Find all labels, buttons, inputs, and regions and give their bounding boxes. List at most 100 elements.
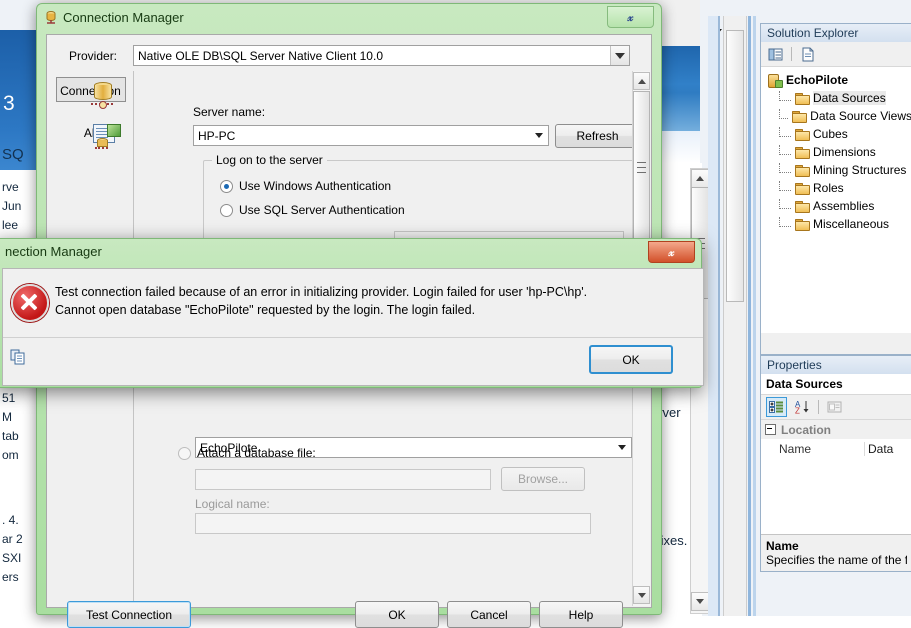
chevron-down-icon[interactable] [530,126,548,145]
tree-connector [779,127,791,137]
help-label: Help [568,607,594,622]
scrollbar-thumb[interactable] [633,91,650,243]
bg-fragment: SQ [2,146,24,163]
radio-indicator[interactable] [220,179,233,193]
tree-connector [779,181,791,191]
error-icon [11,284,49,322]
logon-group-title: Log on to the server [212,153,327,167]
error-ok-button[interactable]: OK [589,345,673,374]
copy-to-clipboard-icon[interactable] [10,349,26,365]
bg-fragment: M [2,410,12,424]
folder-icon [795,218,810,231]
categorized-view-icon[interactable] [766,397,787,417]
property-category-label: Location [781,422,831,437]
radio-windows-auth[interactable]: Use Windows Authentication [220,179,391,193]
tree-node-cubes[interactable]: Cubes [767,125,911,143]
svg-text:Z: Z [795,407,800,415]
tree-node-label: Assemblies [813,199,875,213]
radio-indicator[interactable] [220,203,233,217]
property-pages-icon[interactable] [825,398,844,416]
chevron-down-icon[interactable] [610,46,629,65]
properties-window-icon[interactable] [766,45,785,63]
browse-button[interactable]: Browse... [501,467,585,491]
property-row-name[interactable]: Name Data [761,439,911,458]
test-connection-label: Test Connection [85,607,173,622]
error-ok-label: OK [622,352,640,367]
folder-icon [795,182,810,195]
properties-pane: Properties Data Sources A Z Location Nam… [760,355,911,572]
property-name: Name [779,441,812,456]
show-all-files-icon[interactable] [798,45,817,63]
property-category-row[interactable]: Location [761,420,911,439]
tree-node-label: Data Sources [813,91,886,105]
tree-node-label: Dimensions [813,145,876,159]
tree-node-mining-structures[interactable]: Mining Structures [767,161,911,179]
scrollbar-down-button[interactable] [633,586,650,604]
scrollbar-down-button[interactable] [691,592,709,611]
solution-tree[interactable]: EchoPilote Data Sources Data Source View… [761,67,911,333]
attach-file-input[interactable] [195,469,491,490]
connection-icon [45,11,57,25]
bg-fragment: lee [2,218,19,232]
radio-sql-auth[interactable]: Use SQL Server Authentication [220,203,405,217]
tree-node-label: Mining Structures [813,163,907,177]
project-icon [767,73,783,88]
folder-icon [795,92,810,105]
radio-attach-database-file[interactable]: Attach a database file: [178,446,316,460]
tree-node-dimensions[interactable]: Dimensions [767,143,911,161]
bg-fragment: 51 [2,391,16,405]
cancel-button[interactable]: Cancel [447,601,531,628]
ok-button[interactable]: OK [355,601,439,628]
project-label: EchoPilote [786,73,849,87]
help-title: Name [766,539,799,553]
tree-node-data-source-views[interactable]: Data Source Views [767,107,911,125]
tree-connector [779,199,791,209]
tree-node-assemblies[interactable]: Assemblies [767,197,911,215]
browse-label: Browse... [517,472,568,486]
sidebar-item-label: Connection [60,84,121,98]
tree-node-label: Cubes [813,127,848,141]
logical-name-input[interactable] [195,513,591,534]
tree-node-roles[interactable]: Roles [767,179,911,197]
close-icon[interactable]: 𝓍 [648,241,695,263]
property-value[interactable]: Data [864,441,911,456]
refresh-label: Refresh [576,129,619,143]
tree-node-miscellaneous[interactable]: Miscellaneous [767,215,911,233]
tree-connector [779,163,791,173]
provider-combobox[interactable]: Native OLE DB\SQL Server Native Client 1… [133,45,630,66]
scrollbar-up-button[interactable] [633,72,650,90]
folder-icon [795,164,810,177]
properties-title: Properties [761,356,911,374]
toolbar-separator [791,47,792,61]
scrollbar-up-button[interactable] [691,169,709,188]
bg-fragment: tab [2,429,19,443]
error-dialog-body: Test connection failed because of an err… [2,268,704,386]
chevron-down-icon[interactable] [613,438,631,457]
bg-fragment: Jun [2,199,22,213]
server-name-combobox[interactable]: HP-PC [193,125,549,146]
radio-indicator[interactable] [178,446,191,460]
collapse-icon[interactable] [765,424,776,435]
error-message-area: Test connection failed because of an err… [3,269,703,337]
close-icon[interactable]: 𝓍 [607,6,654,28]
tree-node-data-sources[interactable]: Data Sources [767,89,911,107]
dialog-titlebar[interactable]: Connection Manager 𝓍 [37,4,661,32]
bg-fragment: . 4. [2,513,19,527]
sidebar-item-connection[interactable]: Connection [55,77,126,109]
alphabetical-sort-icon[interactable]: A Z [793,398,812,416]
help-button[interactable]: Help [539,601,623,628]
folder-icon [795,128,810,141]
tree-connector [779,217,791,227]
server-name-value: HP-PC [198,128,236,143]
test-connection-button[interactable]: Test Connection [67,601,191,628]
ok-label: OK [388,607,406,622]
folder-icon [795,200,810,213]
tree-connector [779,109,789,119]
folder-icon [792,110,808,123]
tree-root-project[interactable]: EchoPilote [767,73,911,88]
sidebar-item-all[interactable]: All [57,120,125,149]
error-dialog-title: nection Manager [5,244,102,259]
radio-label: Attach a database file: [197,446,316,460]
dock-scrollbar-thumb[interactable] [726,30,744,302]
refresh-button[interactable]: Refresh [555,124,640,148]
